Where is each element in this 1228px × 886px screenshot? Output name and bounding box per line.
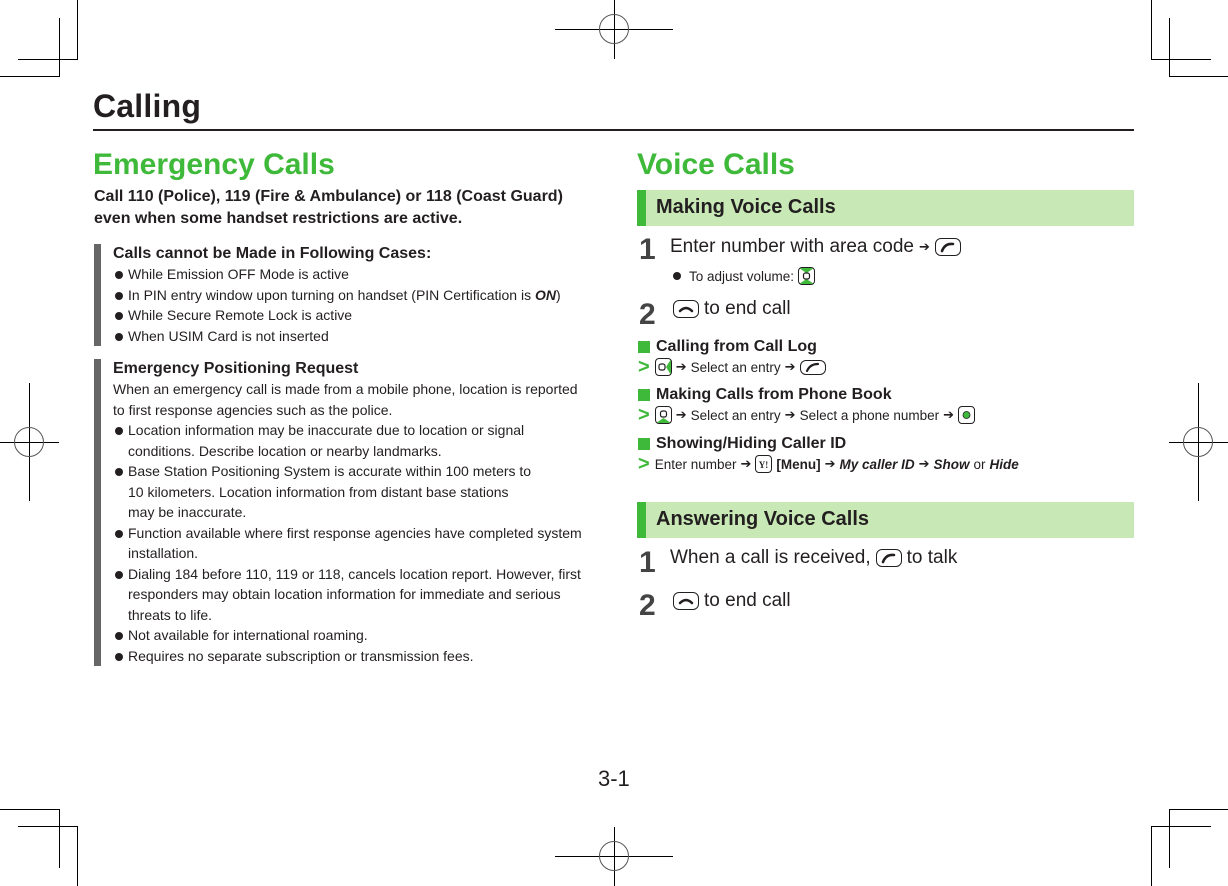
- step-number: 1: [639, 233, 656, 266]
- arrow-icon: ➔: [784, 407, 796, 422]
- making-voice-calls-title: Making Voice Calls: [656, 196, 836, 218]
- select-number-label: Select a phone number: [799, 407, 940, 423]
- phone-start-key-icon: [934, 238, 961, 256]
- emergency-intro-line2: even when some handset restrictions are …: [94, 210, 463, 227]
- list-item: Location information may be inaccurate d…: [113, 420, 593, 461]
- answer-step-2-label: to end call: [704, 590, 791, 611]
- positioning-note-body: When an emergency call is made from a mo…: [113, 381, 578, 418]
- list-item: In PIN entry window upon turning on hand…: [113, 285, 593, 306]
- arrow-icon: ➔: [943, 407, 955, 422]
- answering-voice-calls-header: Answering Voice Calls: [637, 502, 1134, 538]
- arrow-icon: ➔: [675, 407, 687, 422]
- nav-down-key-icon: [654, 406, 672, 424]
- step-2-text: to end call: [673, 298, 791, 320]
- voice-heading: Voice Calls: [637, 148, 795, 181]
- answer-step-2-text: to end call: [673, 590, 791, 612]
- phone-book-procedure: > ➔ Select an entry ➔ Select a phone num…: [638, 404, 976, 426]
- list-item: Base Station Positioning System is accur…: [113, 461, 593, 523]
- phone-book-heading: Making Calls from Phone Book: [638, 386, 892, 404]
- caller-id-procedure: > Enter number ➔ Y! [Menu] ➔ My caller I…: [638, 453, 1019, 475]
- arrow-icon: ➔: [675, 359, 687, 374]
- procedure-marker-icon: >: [638, 453, 650, 475]
- procedure-marker-icon: >: [638, 356, 650, 378]
- step-number: 2: [639, 298, 656, 331]
- green-square-icon: [638, 438, 650, 450]
- step-1-text: Enter number with area code ➔: [670, 236, 961, 258]
- hide-option: Hide: [989, 456, 1019, 472]
- my-caller-id-label: My caller ID: [839, 456, 915, 472]
- caller-id-heading: Showing/Hiding Caller ID: [638, 435, 846, 453]
- call-log-heading: Calling from Call Log: [638, 338, 817, 356]
- step-1-label: Enter number with area code: [670, 236, 914, 257]
- volume-label: To adjust volume:: [689, 268, 795, 284]
- cases-note: Calls cannot be Made in Following Cases:…: [94, 244, 593, 346]
- show-option: Show: [933, 456, 970, 472]
- nav-right-key-icon: [654, 358, 672, 376]
- or-label: or: [973, 456, 986, 472]
- center-key-icon: [958, 406, 976, 424]
- phone-end-key-icon: [673, 300, 699, 318]
- making-voice-calls-header: Making Voice Calls: [637, 190, 1134, 226]
- pin-on-value: ON: [534, 286, 556, 303]
- step-1-subbullet: To adjust volume:: [673, 267, 816, 285]
- phone-start-key-icon: [799, 359, 826, 375]
- green-square-icon: [638, 389, 650, 401]
- to-talk-label: to talk: [906, 547, 958, 568]
- yahoo-menu-key-icon: Y!: [755, 455, 773, 473]
- list-item: Dialing 184 before 110, 119 or 118, canc…: [113, 564, 593, 626]
- procedure-marker-icon: >: [638, 404, 650, 426]
- list-item: Function available where first response …: [113, 523, 593, 564]
- answering-voice-calls-title: Answering Voice Calls: [656, 508, 870, 530]
- enter-number-label: Enter number: [654, 456, 737, 472]
- answer-step-1-label: When a call is received,: [670, 547, 871, 568]
- chapter-rule: [93, 129, 1134, 131]
- phone-start-key-icon: [875, 549, 902, 567]
- step-2-label: to end call: [704, 298, 791, 319]
- phone-end-key-icon: [673, 592, 699, 610]
- emergency-intro-line1: Call 110 (Police), 119 (Fire & Ambulance…: [94, 188, 563, 205]
- phone-book-title: Making Calls from Phone Book: [656, 386, 892, 403]
- answer-step-1-text: When a call is received, to talk: [670, 547, 957, 569]
- list-item: While Emission OFF Mode is active: [113, 264, 593, 285]
- arrow-icon: ➔: [918, 456, 930, 471]
- svg-text:Y!: Y!: [759, 460, 769, 470]
- call-log-procedure: > ➔ Select an entry ➔: [638, 356, 826, 378]
- emergency-intro: Call 110 (Police), 119 (Fire & Ambulance…: [94, 186, 594, 230]
- caller-id-title: Showing/Hiding Caller ID: [656, 435, 847, 452]
- list-item: When USIM Card is not inserted: [113, 326, 593, 347]
- positioning-note: Emergency Positioning Request When an em…: [94, 359, 593, 666]
- page-number: 3-1: [598, 766, 630, 791]
- list-item: While Secure Remote Lock is active: [113, 305, 593, 326]
- arrow-icon: ➔: [740, 456, 752, 471]
- list-item-text: In PIN entry window upon turning on hand…: [128, 286, 535, 303]
- list-item: Not available for international roaming.: [113, 625, 593, 646]
- step-number: 1: [639, 546, 656, 579]
- chapter-title: Calling: [93, 88, 202, 124]
- menu-label: [Menu]: [776, 456, 821, 472]
- select-entry-label: Select an entry: [690, 407, 781, 423]
- arrow-icon: ➔: [918, 239, 930, 254]
- step-number: 2: [639, 589, 656, 622]
- bullet-dot: [673, 272, 681, 280]
- nav-up-down-key-icon: [798, 267, 816, 285]
- arrow-icon: ➔: [824, 456, 836, 471]
- list-item: Requires no separate subscription or tra…: [113, 646, 593, 667]
- green-square-icon: [638, 341, 650, 353]
- emergency-heading: Emergency Calls: [93, 148, 335, 181]
- arrow-icon: ➔: [784, 359, 796, 374]
- positioning-note-title: Emergency Positioning Request: [113, 360, 359, 377]
- call-log-title: Calling from Call Log: [656, 338, 817, 355]
- close-paren: ): [555, 286, 561, 303]
- select-entry-label: Select an entry: [690, 359, 781, 375]
- cases-note-title: Calls cannot be Made in Following Cases:: [113, 245, 432, 262]
